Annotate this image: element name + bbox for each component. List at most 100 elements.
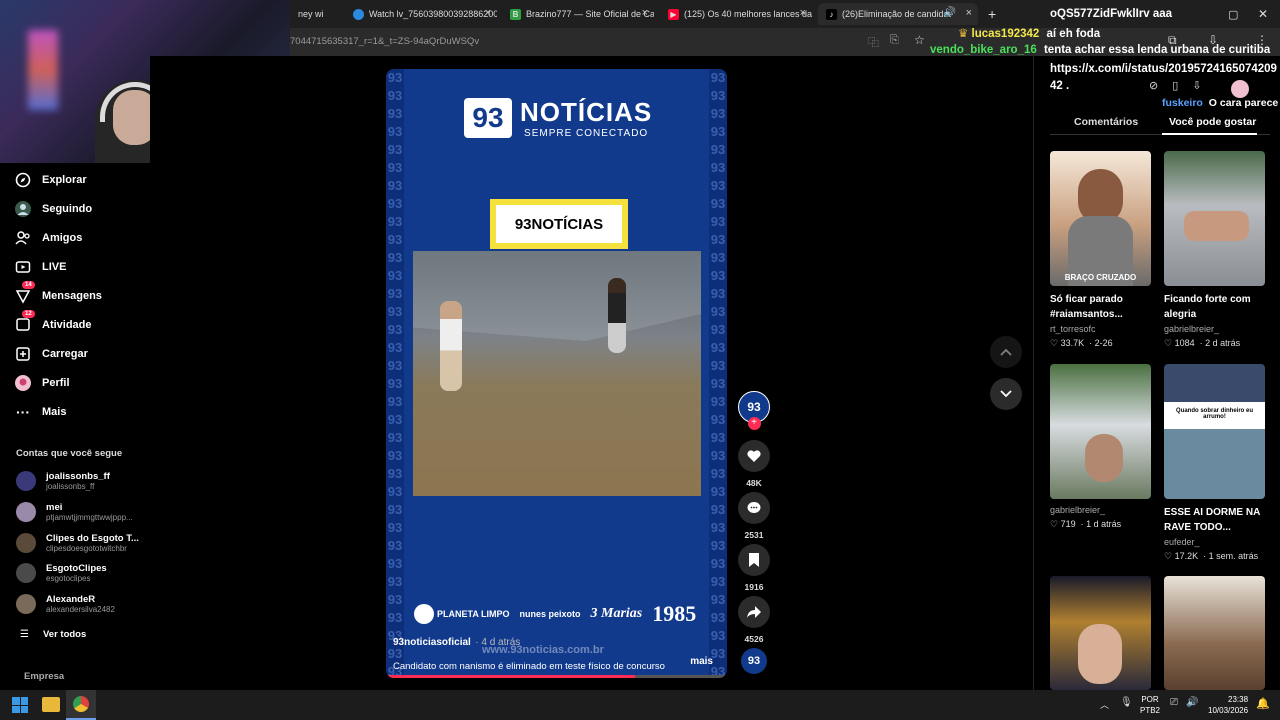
microphone-icon[interactable]: 🎙 [1120,697,1133,708]
chat-message: ♛ lucas192342 aí eh foda [958,26,1100,40]
avatar [16,502,36,522]
translate-icon[interactable]: ⿻ [868,34,879,50]
author-avatar-button[interactable]: 93 + [738,391,770,430]
music-disc-icon: 93 [741,648,767,674]
language-indicator[interactable]: POR PTB2 [1140,694,1160,716]
tray-chevron-icon[interactable]: ︿ [1100,698,1109,711]
previous-video-button[interactable] [990,336,1022,368]
save-button[interactable]: 1916 [738,544,770,592]
chevron-up-icon [1000,348,1012,356]
messages-badge: 14 [22,281,35,289]
sponsor-logo: nunes peixoto [519,609,581,619]
sidebar-item-messages[interactable]: 14 Mensagens [14,281,102,305]
system-clock[interactable]: 23:38 10/03/2026 [1208,694,1248,716]
windows-start-icon[interactable] [12,697,28,713]
sidebar-item-live[interactable]: LIVE [14,258,66,276]
browser-tab[interactable]: B Brazino777 — Site Oficial de Ca × [502,3,654,25]
notification-icon[interactable]: 🔔 [1256,697,1270,710]
brazino-icon: B [510,8,521,20]
sidebar-item-friends[interactable]: Amigos [14,229,82,247]
speaker-icon[interactable]: 🔊 [944,7,956,18]
following-account[interactable]: EsgotoClipes esgotoclipes [16,563,107,583]
friends-icon [14,229,32,247]
avatar [16,471,36,491]
compass-icon [14,171,32,189]
list-icon: ☰ [20,629,29,640]
browser-tab[interactable]: ney wi [290,3,345,25]
thumbnail-caption: Quando sobrar dinheiro eu arrumo! [1175,408,1253,420]
video-player[interactable]: 93 93 93 93 93 93 93 93 93 93 93 93 93 9… [386,69,727,678]
thumbnail-caption: BRAÇO CRUZADO [1064,273,1137,282]
chat-username: lucas192342 [971,28,1040,40]
url-field[interactable]: 7044715635317_r=1&_t=ZS-94aQrDuWSQv [290,36,479,47]
share-button[interactable]: 4526 [738,596,770,644]
browser-tab[interactable]: Watch lv_756039800392886200 × [345,3,497,25]
maximize-icon[interactable]: ▢ [1220,3,1242,25]
recommended-video-card[interactable]: BRAÇO CRUZADO Só ficar parado #raiamsant… [1050,151,1151,349]
sidebar-item-explore[interactable]: Explorar [14,171,87,189]
following-account[interactable]: AlexandeR alexandersilva2482 [16,594,115,614]
recommended-video-card[interactable]: Ficando forte com alegria gabrielbreier_… [1164,151,1265,349]
taskbar-chrome-button[interactable] [66,690,96,720]
account-handle: joalissonbs_ff [46,482,95,491]
chat-username: vendo_bike_aro_16 [930,44,1037,56]
account-handle: esgotoclipes [46,574,91,583]
card-stats: ♡ 1084 · 2 d atrás [1164,338,1241,348]
following-account[interactable]: joalissonbs_ff joalissonbs_ff [16,471,110,491]
chat-message: vendo_bike_aro_16 tenta achar essa lenda… [930,44,1270,56]
comment-button[interactable]: 2531 [738,492,770,540]
network-icon[interactable]: ⎚ [1170,697,1178,708]
sidebar-item-following[interactable]: Seguindo [14,200,92,218]
browser-tab-active[interactable]: ♪ (26)Eliminação de candidat 🔊 × [818,3,978,25]
bookmark-star-icon[interactable]: ☆ [914,33,925,47]
close-icon[interactable]: × [800,7,806,19]
cast-icon[interactable]: ⎘ [890,34,899,47]
activity-badge: 12 [22,310,35,318]
recommended-video-card[interactable]: Quando sobrar dinheiro eu arrumo! ESSE A… [1164,364,1265,562]
brand-name: NOTÍCIAS [520,97,653,127]
account-handle: alexandersilva2482 [46,605,115,614]
account-handle: ptjamwtjjmmgttwwjppp... [46,513,133,522]
more-link[interactable]: mais [690,656,713,667]
volume-icon[interactable]: 🔊 [1186,697,1198,708]
card-title: Ficando forte com alegria [1164,294,1251,320]
sidebar-item-profile[interactable]: Perfil [14,374,70,392]
recommended-video-card[interactable]: gabrielbreier_ ♡ 719 · 1 d atrás [1050,364,1151,530]
chat-badge-icon: ♛ [958,28,969,40]
avatar [16,594,36,614]
video-thumbnail: Quando sobrar dinheiro eu arrumo! [1164,364,1265,499]
video-progress[interactable] [386,675,727,678]
video-author[interactable]: 93noticiasoficial [393,637,471,648]
close-icon[interactable]: × [642,7,648,19]
sidebar-item-upload[interactable]: Carregar [14,345,88,363]
new-tab-button[interactable]: + [980,3,1002,25]
tab-you-may-like[interactable]: Você pode gostar [1169,116,1256,128]
like-button[interactable]: 48K [738,440,770,488]
follow-plus-icon[interactable]: + [747,417,761,430]
avatar [16,563,36,583]
brand-logo: 93 NOTÍCIAS SEMPRE CONECTADO [464,97,652,139]
sound-author-button[interactable]: 93 [738,648,770,674]
file-explorer-icon[interactable] [42,697,60,712]
following-account[interactable]: Clipes do Esgoto T... clipesdoesgototwitc… [16,533,139,553]
recommended-video-card[interactable] [1164,576,1265,690]
sidebar-item-activity[interactable]: 12 Atividade [14,310,92,334]
sidebar-item-label: Carregar [42,348,88,360]
tab-comments[interactable]: Comentários [1074,116,1138,128]
see-all-link[interactable]: ☰ Ver todos [20,629,86,640]
recommended-video-card[interactable] [1050,576,1151,690]
card-title: Só ficar parado #raiamsantos... [1050,294,1123,320]
close-icon[interactable]: × [966,7,972,19]
card-user: gabrielbreier_ [1050,505,1106,515]
sidebar-item-more[interactable]: ··· Mais [14,403,66,421]
close-icon[interactable]: × [485,7,491,19]
more-icon: ··· [16,404,30,420]
window-close-icon[interactable]: ✕ [1250,3,1272,25]
footer-link[interactable]: Empresa [24,671,64,682]
account-name: AlexandeR [46,594,96,605]
comment-icon [738,492,770,524]
next-video-button[interactable] [990,378,1022,410]
account-name: joalissonbs_ff [46,471,110,482]
following-account[interactable]: mei ptjamwtjjmmgttwwjppp... [16,502,133,522]
browser-tab[interactable]: ▶ (125) Os 40 melhores lances da × [660,3,812,25]
